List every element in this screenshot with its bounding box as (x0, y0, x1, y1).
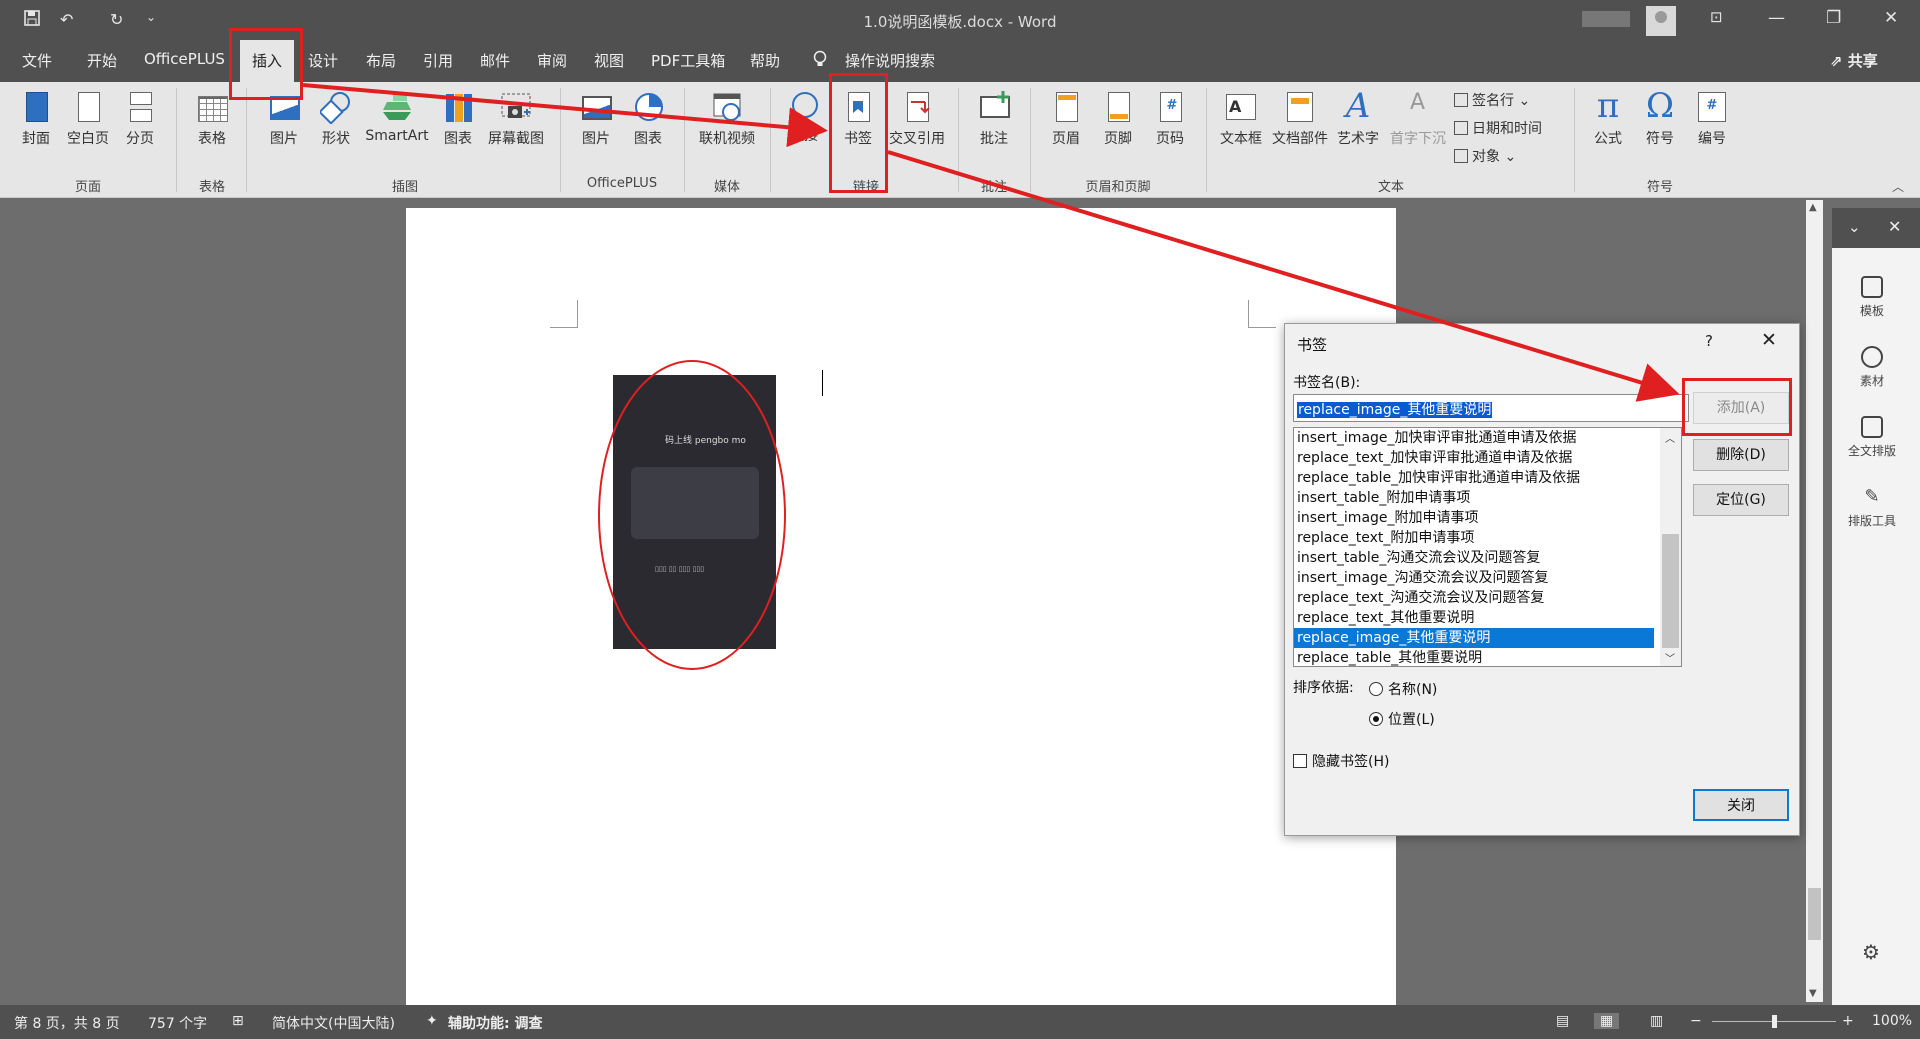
print-layout-icon[interactable]: ▦ (1594, 1013, 1620, 1029)
accessibility-icon: ✦ (426, 1013, 438, 1029)
word-window: { "window": { "title": "1.0说明函模板.docx - … (0, 0, 1920, 1039)
read-mode-icon[interactable]: ▤ (1556, 1013, 1569, 1029)
accessibility-status[interactable]: 辅助功能: 调查 (448, 1013, 542, 1033)
page-count[interactable]: 第 8 页，共 8 页 (14, 1013, 120, 1033)
annotation-arrows (302, 83, 1680, 402)
language-indicator[interactable]: 简体中文(中国大陆) (272, 1013, 395, 1033)
web-layout-icon[interactable]: ▥ (1650, 1013, 1663, 1029)
zoom-slider-thumb[interactable] (1772, 1015, 1777, 1028)
zoom-out-icon[interactable]: − (1690, 1013, 1702, 1029)
zoom-in-icon[interactable]: + (1842, 1013, 1854, 1029)
status-bar: 第 8 页，共 8 页 757 个字 ⊞ 简体中文(中国大陆) ✦ 辅助功能: … (0, 1005, 1920, 1039)
word-count[interactable]: 757 个字 (148, 1013, 207, 1033)
proofing-icon[interactable]: ⊞ (232, 1013, 244, 1029)
zoom-level[interactable]: 100% (1872, 1013, 1912, 1029)
